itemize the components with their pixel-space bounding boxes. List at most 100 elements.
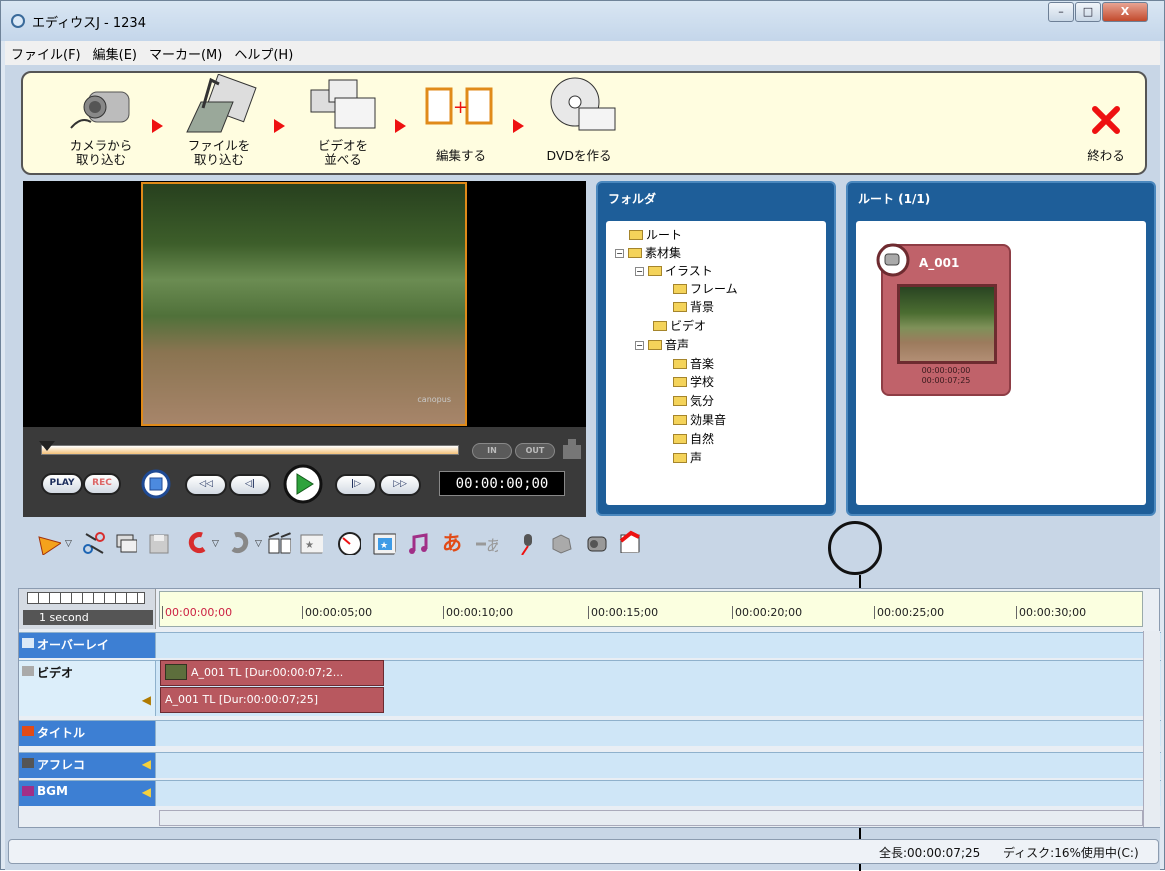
timeline: 1 second 00:00:00;00 00:00:05;00 00:00:1…	[18, 588, 1161, 828]
add-clip-icon[interactable]	[37, 531, 61, 555]
collapse-icon[interactable]: −	[635, 341, 644, 350]
folder-import-icon	[186, 74, 257, 133]
track-lane[interactable]	[159, 781, 1143, 806]
effect-star-icon[interactable]: ★	[372, 531, 396, 555]
voice-track[interactable]: アフレコ ◀	[19, 752, 1161, 778]
export-icon[interactable]	[617, 529, 641, 553]
zoom-bar[interactable]	[27, 592, 145, 604]
undo-icon[interactable]	[184, 531, 208, 555]
tree-node-voice[interactable]: 声	[673, 450, 702, 466]
horizontal-scrollbar[interactable]	[159, 810, 1143, 826]
wizard-step-label: 取り込む	[193, 152, 244, 167]
arrow-icon	[152, 119, 163, 133]
title-animate-icon[interactable]: あ	[474, 531, 498, 555]
set-out-button[interactable]: OUT	[515, 443, 555, 459]
tree-node-haikei[interactable]: 背景	[673, 299, 714, 315]
tree-node-illust[interactable]: イラスト	[648, 263, 713, 279]
track-label: アフレコ ◀	[19, 753, 156, 778]
stop-icon[interactable]	[141, 469, 171, 499]
clapper-icon[interactable]	[267, 531, 291, 555]
play-mode-button[interactable]: PLAY	[41, 473, 83, 495]
wizard-step-label: 並べる	[324, 152, 362, 167]
transition-icon[interactable]: ★	[299, 531, 323, 555]
tree-node-sozaishu[interactable]: 素材集	[628, 245, 681, 261]
rec-mode-button[interactable]: REC	[83, 473, 121, 495]
exit-x-icon	[1092, 106, 1120, 134]
capture-camera-icon[interactable]	[585, 531, 609, 555]
bgm-track[interactable]: BGM ◀	[19, 780, 1161, 806]
speed-meter-icon[interactable]	[337, 531, 361, 555]
time-ruler[interactable]: 00:00:00;00 00:00:05;00 00:00:10;00 00:0…	[159, 591, 1143, 627]
tree-node-school[interactable]: 学校	[673, 374, 714, 390]
tree-node-audio[interactable]: 音声	[648, 337, 689, 353]
rewind-button[interactable]: ◁◁	[185, 474, 227, 496]
total-length: 全長:00:00:07;25	[879, 846, 981, 860]
step-forward-button[interactable]: |▷	[335, 474, 377, 496]
speaker-icon[interactable]: ◀	[142, 693, 151, 707]
track-lane[interactable]	[159, 721, 1143, 746]
fast-forward-button[interactable]: ▷▷	[379, 474, 421, 496]
scale-selector[interactable]: 1 second	[23, 610, 153, 625]
dropdown-arrow-icon[interactable]: ▽	[212, 539, 219, 549]
film-arrange-icon	[310, 79, 376, 129]
dropdown-arrow-icon[interactable]: ▽	[255, 539, 262, 549]
save-disk-icon[interactable]	[146, 531, 170, 555]
set-in-button[interactable]: IN	[472, 443, 512, 459]
seek-bar[interactable]	[41, 445, 459, 455]
exit-label: 終わる	[1087, 148, 1125, 163]
tree-label: 音楽	[690, 357, 715, 371]
clip-name: A_001	[919, 256, 960, 270]
arrow-icon	[395, 119, 406, 133]
bin-clip[interactable]: A_001 00:00:00;00 00:00:07;25	[876, 243, 1011, 396]
scissors-icon[interactable]	[81, 531, 105, 555]
music-note-icon[interactable]	[406, 531, 430, 555]
collapse-icon[interactable]: −	[615, 249, 624, 258]
step-back-button[interactable]: ◁|	[229, 474, 271, 496]
overlay-track[interactable]: オーバーレイ	[19, 632, 1161, 658]
menu-edit[interactable]: 編集(E)	[87, 41, 143, 63]
collapse-icon[interactable]: −	[635, 267, 644, 276]
speaker-icon[interactable]: ◀	[142, 785, 151, 799]
vertical-scrollbar[interactable]	[1143, 631, 1160, 827]
tree-node-nature[interactable]: 自然	[673, 431, 714, 447]
speaker-icon[interactable]: ◀	[142, 757, 151, 771]
title-bar: エディウスJ - 1234 – □ X	[1, 1, 1164, 41]
tree-node-sfx[interactable]: 効果音	[673, 412, 726, 428]
title-text-icon[interactable]: あ	[442, 531, 466, 555]
maximize-button[interactable]: □	[1075, 2, 1101, 22]
audio-clip[interactable]: A_001 TL [Dur:00:00:07;25]	[160, 687, 384, 713]
track-lane[interactable]	[159, 633, 1143, 658]
svg-text:+: +	[453, 97, 468, 118]
track-label: BGM ◀	[19, 781, 156, 806]
dropdown-arrow-icon[interactable]: ▽	[65, 539, 72, 549]
tree-label: 背景	[690, 300, 715, 314]
tree-node-mood[interactable]: 気分	[673, 393, 714, 409]
tree-node-video[interactable]: ビデオ	[653, 318, 706, 334]
tree-node-frame[interactable]: フレーム	[673, 281, 738, 297]
insert-icon[interactable]	[559, 437, 585, 463]
film-copy-icon[interactable]	[113, 531, 137, 555]
dvd-icon	[550, 77, 616, 131]
menu-file[interactable]: ファイル(F)	[5, 41, 87, 63]
track-lane[interactable]	[159, 753, 1143, 778]
svg-text:★: ★	[305, 540, 314, 551]
play-icon[interactable]	[283, 464, 323, 504]
camera-icon	[70, 91, 130, 129]
ruler-tick: 00:00:30;00	[1016, 606, 1086, 619]
title-icon	[22, 726, 34, 736]
ruler-tick: 00:00:05;00	[302, 606, 372, 619]
wizard-step-label: ファイルを	[187, 138, 251, 153]
menu-marker[interactable]: マーカー(M)	[143, 41, 228, 63]
tree-node-music[interactable]: 音楽	[673, 356, 714, 372]
wizard-step-label: ビデオを	[317, 138, 368, 153]
close-button[interactable]: X	[1102, 2, 1148, 22]
microphone-icon[interactable]	[514, 531, 538, 555]
video-clip[interactable]: A_001 TL [Dur:00:00:07;2...	[160, 660, 384, 686]
redo-icon[interactable]	[227, 531, 251, 555]
puzzle-icon[interactable]	[549, 531, 573, 555]
menu-help[interactable]: ヘルプ(H)	[228, 41, 299, 63]
minimize-button[interactable]: –	[1048, 2, 1074, 22]
seek-handle-icon[interactable]	[39, 441, 55, 453]
title-track[interactable]: タイトル	[19, 720, 1161, 746]
tree-node-root[interactable]: ルート	[629, 227, 682, 243]
